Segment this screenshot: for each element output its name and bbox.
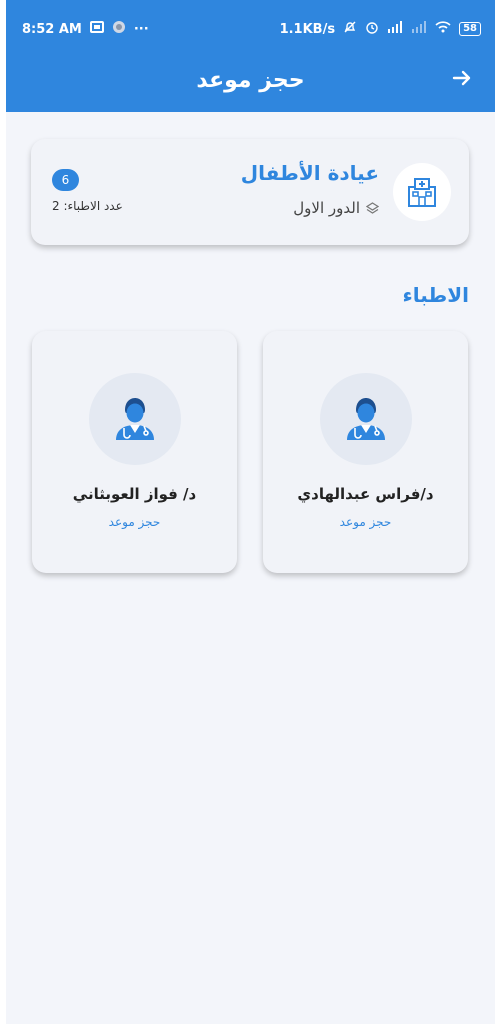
- app-screen: 8:52 AM ··· 1.1KB/s 58 حجز موعد عيادة ال…: [6, 0, 495, 1024]
- doctor-card[interactable]: د/فراس عبدالهادي حجز موعد: [263, 331, 468, 573]
- doctor-name: د/فراس عبدالهادي: [297, 485, 434, 503]
- status-bar: 8:52 AM ··· 1.1KB/s 58: [6, 0, 495, 56]
- network-speed: 1.1KB/s: [279, 21, 336, 37]
- more-notifications-icon: ···: [133, 21, 149, 37]
- arrow-right-icon: [452, 70, 471, 86]
- count-badge: 6: [52, 169, 79, 191]
- status-bar-right: 1.1KB/s 58: [280, 20, 481, 38]
- doctor-avatar: [320, 373, 412, 465]
- battery-icon: 58: [459, 22, 481, 36]
- doctor-card[interactable]: د/ فواز العوبثاني حجز موعد: [32, 331, 237, 573]
- app-bar: حجز موعد: [6, 56, 495, 112]
- sim-icon: [89, 21, 104, 37]
- status-time: 8:52 AM: [22, 21, 82, 37]
- clinic-floor-label: الدور الاول: [293, 199, 360, 217]
- doctor-avatar-icon: [116, 398, 154, 440]
- doctors-section-title: الاطباء: [402, 283, 469, 307]
- signal-weak-icon: [411, 21, 427, 37]
- doctor-count-label: عدد الاطباء: 2: [52, 199, 123, 213]
- clinic-name: عيادة الأطفال: [240, 161, 379, 185]
- clinic-avatar: [393, 163, 451, 221]
- doctor-name: د/ فواز العوبثاني: [72, 485, 197, 503]
- signal-icon: [387, 21, 403, 37]
- page-title: حجز موعد: [196, 68, 305, 93]
- clinic-floor: الدور الاول: [293, 199, 379, 217]
- clinic-card: عيادة الأطفال الدور الاول 6 عدد الاطباء:…: [31, 139, 469, 245]
- status-bar-left: 8:52 AM ···: [22, 20, 149, 38]
- book-appointment-link[interactable]: حجز موعد: [32, 515, 237, 529]
- wifi-icon: [435, 21, 451, 37]
- doctor-avatar: [89, 373, 181, 465]
- app-notification-icon: [112, 20, 126, 38]
- layers-icon: [366, 201, 379, 214]
- hospital-building-icon: [408, 178, 436, 207]
- book-appointment-link[interactable]: حجز موعد: [263, 515, 468, 529]
- mute-icon: [343, 20, 357, 38]
- alarm-icon: [365, 20, 379, 38]
- doctor-avatar-icon: [347, 398, 385, 440]
- back-button[interactable]: [451, 66, 473, 96]
